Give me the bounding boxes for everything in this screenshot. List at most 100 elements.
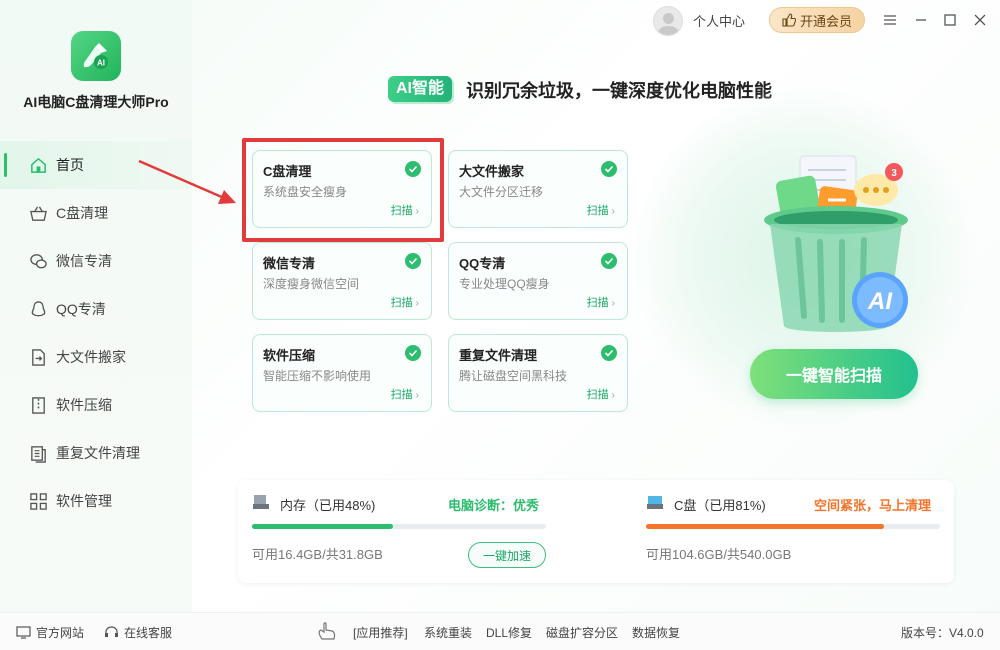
support-link[interactable]: 在线客服	[104, 624, 172, 641]
close-icon[interactable]	[970, 10, 990, 30]
apps-grid-icon	[28, 491, 48, 511]
card-title: 软件压缩	[263, 348, 316, 363]
card-desc: 深度瘦身微信空间	[263, 277, 360, 291]
thumbs-up-icon	[782, 13, 796, 27]
disk-icon	[647, 496, 663, 509]
sidebar-item-large-file[interactable]: 大文件搬家	[0, 333, 192, 381]
memory-usage-fill	[252, 524, 394, 529]
svg-text:AI: AI	[867, 288, 893, 315]
app-recommend-link[interactable]: [应用推荐]	[353, 624, 408, 641]
minimize-icon[interactable]	[911, 10, 931, 30]
sidebar-item-qq[interactable]: QQ专清	[0, 285, 192, 333]
card-desc: 专业处理QQ瘦身	[459, 277, 550, 291]
duplicate-file-icon	[28, 443, 48, 463]
card-desc: 大文件分区迁移	[459, 185, 544, 199]
memory-icon	[253, 495, 269, 509]
scan-link[interactable]: 扫描 ›	[587, 202, 615, 218]
chevron-right-icon: ›	[611, 298, 615, 309]
website-link[interactable]: 官方网站	[16, 624, 84, 641]
card-title: 微信专清	[263, 256, 316, 271]
sidebar-item-software[interactable]: 软件管理	[0, 477, 192, 525]
headline: 识别冗余垃圾，一键深度优化电脑性能	[466, 81, 772, 101]
scan-label: 扫描	[390, 297, 413, 309]
scan-link[interactable]: 扫描 ›	[587, 386, 615, 402]
sidebar-item-compress[interactable]: 软件压缩	[0, 381, 192, 429]
check-icon	[405, 253, 421, 269]
user-center-link[interactable]: 个人中心	[693, 11, 745, 30]
svg-text:AI: AI	[97, 59, 105, 68]
card-large-file[interactable]: 大文件搬家 大文件分区迁移 扫描 ›	[448, 150, 628, 228]
status-panel: 内存（已用48%) 电脑诊断：优秀 可用16.4GB/共31.8GB 一键加速 …	[238, 480, 954, 583]
compress-icon	[28, 395, 48, 415]
menu-icon[interactable]	[880, 10, 900, 30]
scan-label: 扫描	[586, 389, 609, 401]
scan-label: 扫描	[586, 205, 609, 217]
app-logo: AI	[71, 31, 121, 81]
disk-partition-link[interactable]: 磁盘扩容分区	[546, 624, 618, 641]
system-reinstall-link[interactable]: 系统重装	[424, 624, 472, 641]
sidebar-item-duplicate[interactable]: 重复文件清理	[0, 429, 192, 477]
scan-link[interactable]: 扫描 ›	[587, 294, 615, 310]
qq-icon	[28, 299, 48, 319]
scan-link[interactable]: 扫描 ›	[391, 294, 419, 310]
hand-pointer-icon	[318, 622, 336, 640]
speed-up-button[interactable]: 一键加速	[468, 542, 546, 568]
sidebar-item-label: 软件压缩	[56, 397, 112, 413]
maximize-icon[interactable]	[940, 10, 960, 30]
vip-label: 开通会员	[799, 13, 852, 29]
sidebar-item-label: C盘清理	[56, 205, 109, 221]
check-icon	[601, 161, 617, 177]
disk-usage-fill	[646, 524, 885, 529]
version-label: 版本号：V4.0.0	[901, 626, 984, 640]
sidebar-item-label: 微信专清	[56, 253, 112, 269]
card-qq[interactable]: QQ专清 专业处理QQ瘦身 扫描 ›	[448, 242, 628, 320]
chevron-right-icon: ›	[415, 298, 419, 309]
svg-text:3: 3	[891, 168, 897, 179]
basket-icon	[28, 203, 48, 223]
wechat-icon	[28, 251, 48, 271]
card-title: QQ专清	[459, 256, 506, 271]
memory-usage-bar	[252, 524, 546, 529]
sidebar-item-label: QQ专清	[56, 301, 106, 317]
sidebar-item-label: 大文件搬家	[56, 349, 126, 365]
check-icon	[405, 345, 421, 361]
highlight-box	[242, 138, 444, 242]
ai-badge: AI智能	[388, 76, 453, 102]
broom-ai-icon: AI	[83, 43, 108, 69]
monitor-icon	[16, 626, 31, 639]
check-icon	[601, 253, 617, 269]
footer: 官方网站 在线客服 [应用推荐] 系统重装 DLL修复 磁盘扩容分区 数据恢复 …	[0, 612, 1000, 650]
chevron-right-icon: ›	[611, 390, 615, 401]
home-icon	[28, 155, 48, 175]
sidebar-item-wechat[interactable]: 微信专清	[0, 237, 192, 285]
pointer-arrow-icon	[138, 159, 236, 204]
move-file-icon	[28, 347, 48, 367]
disk-diagnosis: 空间紧张，马上清理	[814, 498, 932, 513]
app-name: AI电脑C盘清理大师Pro	[23, 94, 169, 110]
card-desc: 智能压缩不影响使用	[263, 369, 372, 383]
smart-scan-button[interactable]: 一键智能扫描	[750, 349, 918, 399]
dll-repair-link[interactable]: DLL修复	[486, 624, 532, 641]
card-wechat[interactable]: 微信专清 深度瘦身微信空间 扫描 ›	[252, 242, 432, 320]
vip-button[interactable]: 开通会员	[769, 7, 865, 33]
scan-link[interactable]: 扫描 ›	[391, 386, 419, 402]
chevron-right-icon: ›	[415, 390, 419, 401]
card-compress[interactable]: 软件压缩 智能压缩不影响使用 扫描 ›	[252, 334, 432, 412]
sidebar: AI AI电脑C盘清理大师Pro 首页 C盘清理 微信专清 QQ专清 大文件搬家…	[0, 0, 192, 612]
disk-detail: 可用104.6GB/共540.0GB	[646, 547, 792, 562]
disk-usage-bar	[646, 524, 940, 529]
check-icon	[601, 345, 617, 361]
website-label: 官方网站	[36, 626, 85, 640]
card-duplicate[interactable]: 重复文件清理 腾让磁盘空间黑科技 扫描 ›	[448, 334, 628, 412]
sidebar-item-label: 首页	[56, 157, 84, 173]
avatar[interactable]	[653, 6, 683, 36]
data-recovery-link[interactable]: 数据恢复	[632, 624, 680, 641]
disk-label: C盘（已用81%)	[674, 498, 766, 513]
headset-icon	[105, 626, 118, 637]
card-desc: 腾让磁盘空间黑科技	[459, 369, 568, 383]
sidebar-item-label: 软件管理	[56, 493, 112, 509]
scan-label: 扫描	[586, 297, 609, 309]
app-window: AI AI电脑C盘清理大师Pro 首页 C盘清理 微信专清 QQ专清 大文件搬家…	[0, 0, 1000, 650]
card-title: 大文件搬家	[459, 164, 525, 179]
card-title: 重复文件清理	[459, 348, 538, 363]
